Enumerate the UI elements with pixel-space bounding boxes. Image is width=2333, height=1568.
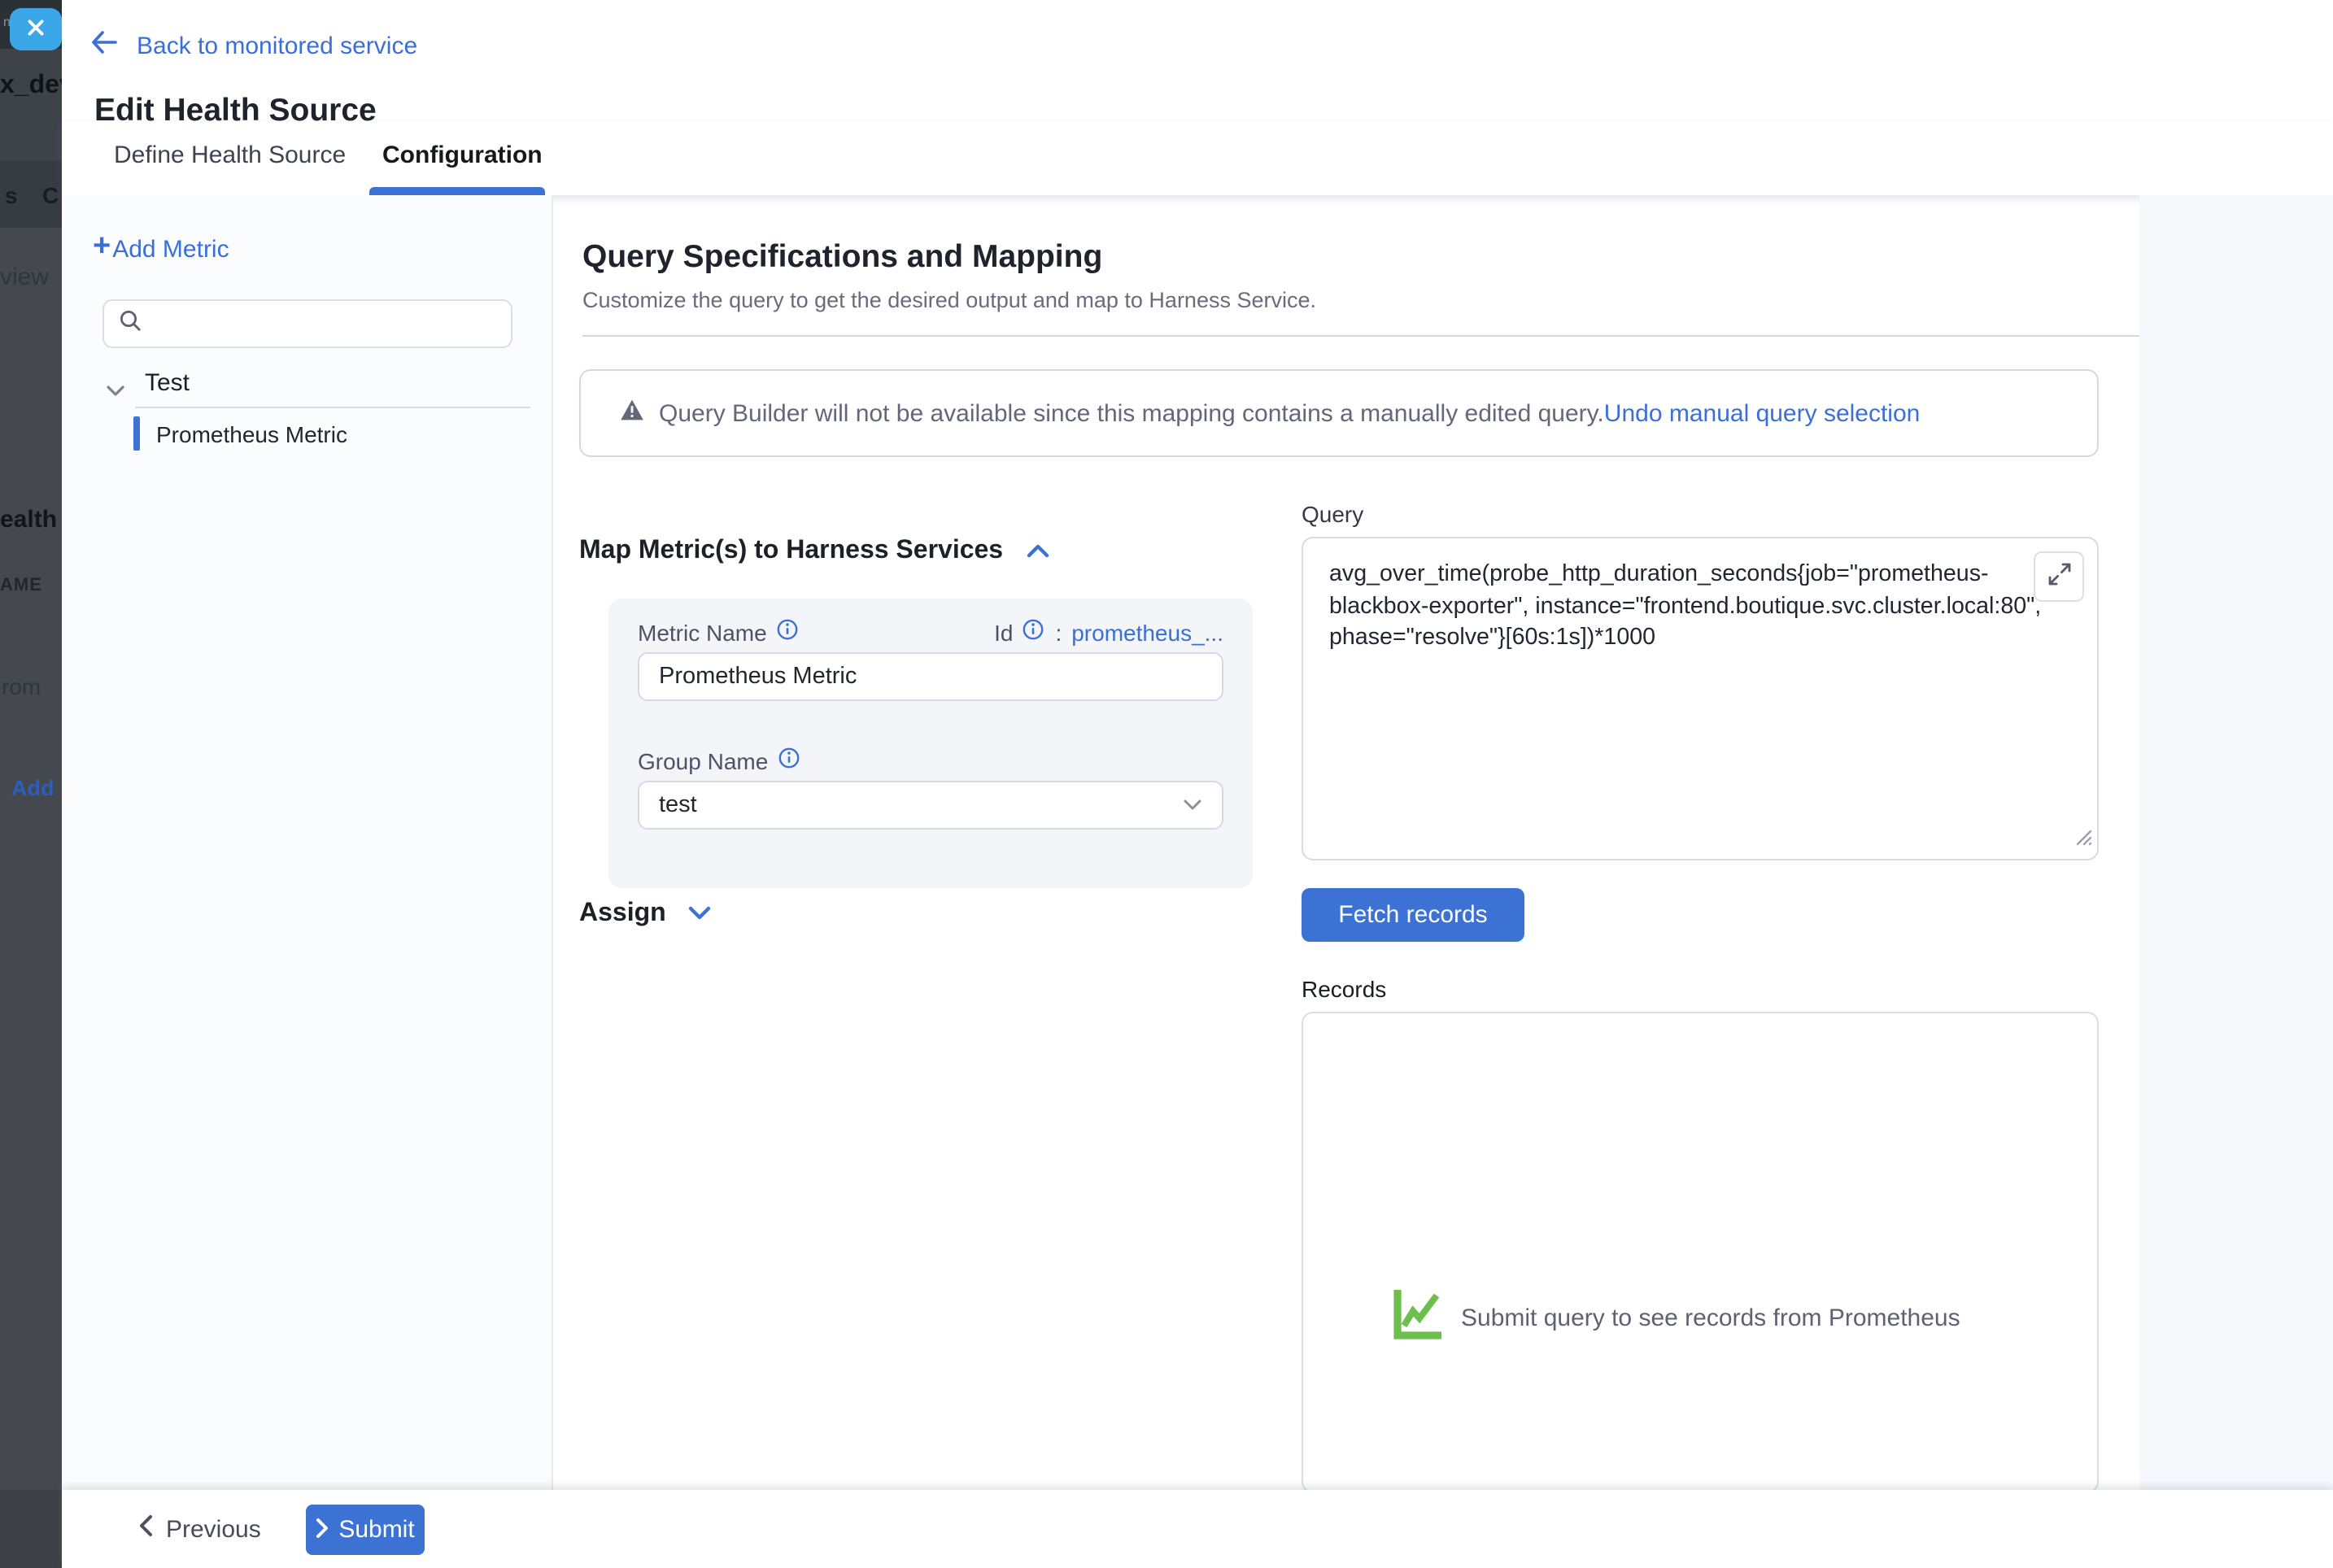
- warning-icon: [620, 398, 644, 429]
- metric-item-label: Prometheus Metric: [156, 420, 347, 446]
- map-metrics-section-header: Map Metric(s) to Harness Services: [579, 537, 1049, 566]
- background-text-fragment: ealth S: [0, 506, 62, 534]
- close-icon: [26, 17, 46, 41]
- tab-define-health-source[interactable]: Define Health Source: [114, 142, 346, 169]
- edit-health-source-modal: Back to monitored service Edit Health So…: [62, 0, 2333, 1568]
- back-to-monitored-service-link[interactable]: Back to monitored service: [137, 32, 417, 59]
- metrics-sidebar: + Add Metric Test Prometheus Metric: [62, 195, 553, 1490]
- background-text-fragment: rom: [2, 673, 41, 699]
- close-button[interactable]: [10, 8, 62, 50]
- edit-health-source-screen: nt x_dev s C view ealth S AME rom Add Ba…: [0, 0, 2333, 1568]
- expand-query-button[interactable]: [2034, 551, 2084, 602]
- id-colon: :: [1055, 619, 1062, 645]
- metric-mapping-panel: Metric Name Id : prometheus_... Group Na…: [608, 599, 1253, 888]
- group-name-value: test: [659, 792, 1183, 818]
- search-icon: [119, 308, 142, 339]
- group-name-select[interactable]: test: [638, 781, 1223, 830]
- previous-label: Previous: [166, 1515, 261, 1543]
- fetch-records-button[interactable]: Fetch records: [1302, 888, 1524, 942]
- chevron-right-icon: [316, 1517, 329, 1543]
- section-subheading: Customize the query to get the desired o…: [582, 288, 1316, 312]
- tab-bar: Define Health Source Configuration: [62, 122, 2333, 195]
- map-metrics-title: Map Metric(s) to Harness Services: [579, 537, 1003, 566]
- metric-name-label: Metric Name: [638, 618, 800, 646]
- tab-configuration[interactable]: Configuration: [382, 142, 543, 169]
- metric-item-prometheus-metric[interactable]: Prometheus Metric: [133, 416, 347, 451]
- section-heading: Query Specifications and Mapping: [582, 239, 1102, 277]
- info-icon[interactable]: [768, 747, 800, 774]
- chevron-down-icon: [1183, 791, 1202, 820]
- background-band: [0, 49, 62, 161]
- assign-section-header: Assign: [579, 899, 712, 929]
- chart-line-icon: [1393, 1287, 1443, 1348]
- search-input[interactable]: [153, 310, 478, 338]
- metric-group-test[interactable]: Test: [145, 369, 190, 397]
- selected-indicator-bar: [133, 416, 140, 451]
- background-text-fragment: Add: [11, 776, 55, 800]
- undo-manual-query-link[interactable]: Undo manual query selection: [1604, 399, 1921, 427]
- query-label: Query: [1302, 501, 1363, 527]
- submit-button[interactable]: Submit: [306, 1505, 425, 1555]
- background-text-fragment: C: [42, 182, 59, 208]
- background-band: [0, 1490, 62, 1568]
- submit-label: Submit: [338, 1516, 414, 1544]
- records-empty-state: Submit query to see records from Prometh…: [1393, 1287, 1960, 1348]
- warning-text: Query Builder will not be available sinc…: [659, 399, 1604, 427]
- info-icon[interactable]: [1013, 618, 1052, 646]
- active-tab-indicator: [369, 187, 545, 195]
- previous-button[interactable]: Previous: [138, 1503, 261, 1555]
- plus-icon: +: [93, 231, 111, 262]
- chevron-left-icon: [138, 1514, 153, 1544]
- back-arrow-icon: [91, 30, 137, 61]
- query-editor[interactable]: avg_over_time(probe_http_duration_second…: [1302, 537, 2099, 860]
- divider: [135, 407, 530, 408]
- manual-query-warning: Query Builder will not be available sinc…: [579, 369, 2099, 457]
- divider: [582, 335, 2139, 337]
- metric-id-row: Id : prometheus_...: [994, 618, 1223, 646]
- content-right-margin: [2139, 195, 2333, 1490]
- footer: Previous Submit: [62, 1490, 2333, 1568]
- records-empty-text: Submit query to see records from Prometh…: [1461, 1304, 1960, 1331]
- add-metric-button[interactable]: + Add Metric: [93, 231, 229, 264]
- background-text-fragment: AME: [0, 576, 42, 595]
- resize-handle[interactable]: [2074, 825, 2092, 854]
- assign-title: Assign: [579, 899, 666, 929]
- metric-id-value-link[interactable]: prometheus_...: [1071, 619, 1223, 645]
- dimmed-background: nt x_dev s C view ealth S AME rom Add: [0, 0, 62, 1568]
- background-text-fragment: view: [0, 264, 49, 291]
- records-panel: Submit query to see records from Prometh…: [1302, 1012, 2099, 1493]
- add-metric-label: Add Metric: [112, 236, 229, 264]
- metric-search: [102, 299, 512, 348]
- metric-name-input[interactable]: [638, 652, 1223, 701]
- chevron-up-icon[interactable]: [1003, 537, 1049, 566]
- id-label: Id: [994, 619, 1013, 645]
- back-row: Back to monitored service: [91, 29, 417, 62]
- info-icon[interactable]: [767, 618, 800, 646]
- background-text-fragment: s: [5, 182, 18, 208]
- query-text[interactable]: avg_over_time(probe_http_duration_second…: [1303, 538, 2097, 655]
- chevron-down-icon[interactable]: [666, 899, 712, 929]
- expand-icon: [2047, 563, 2070, 590]
- background-text-fragment: x_dev: [0, 72, 62, 101]
- group-name-label: Group Name: [638, 747, 800, 774]
- chevron-down-icon[interactable]: [106, 377, 125, 407]
- records-label: Records: [1302, 976, 1386, 1002]
